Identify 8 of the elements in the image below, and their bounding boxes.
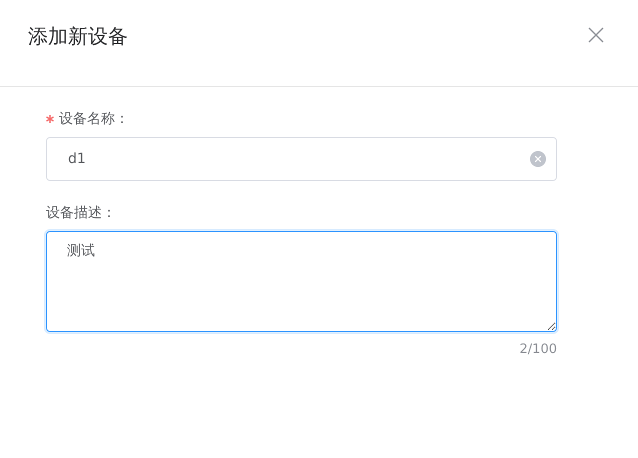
field-label: 设备名称： bbox=[59, 110, 129, 128]
text-area[interactable]: 测试 bbox=[46, 231, 557, 332]
close-button[interactable] bbox=[588, 27, 604, 43]
dialog-title: 添加新设备 bbox=[28, 23, 128, 50]
input-field[interactable]: d1 bbox=[46, 137, 557, 181]
character-count: 2/100 bbox=[518, 342, 557, 357]
clear-icon[interactable] bbox=[530, 151, 546, 167]
field-label: 设备描述： bbox=[46, 204, 116, 222]
